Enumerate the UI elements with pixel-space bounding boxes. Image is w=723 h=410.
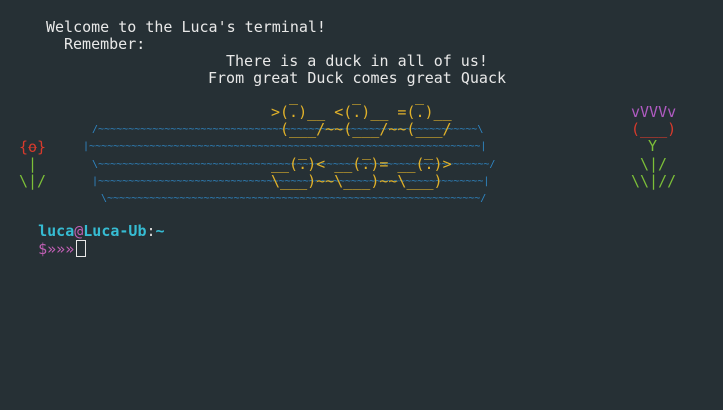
top-duck-heads: >(.)__ <(.)__ =(.)__ <box>271 103 452 121</box>
quote-line-2: From great Duck comes great Quack <box>208 69 507 87</box>
left-flower-leaves: \|/ <box>19 172 47 190</box>
tulip-leaves: \|/ <box>640 155 668 173</box>
quote-line-1: There is a duck in all of us! <box>226 52 488 70</box>
left-flower-stem: | <box>28 155 38 173</box>
welcome-text: Welcome to the Luca's terminal! <box>46 18 326 36</box>
prompt-path: ~ <box>155 222 165 240</box>
tulip-grass: \\|// <box>631 172 677 190</box>
text-cursor[interactable] <box>76 240 87 257</box>
tulip-bulb: (___) <box>631 120 677 138</box>
tulip-stem: Y <box>648 137 658 155</box>
prompt-colon: : <box>146 222 156 240</box>
prompt-line: luca@Luca-Ub:~ <box>2 206 164 240</box>
pond-bottom-edge: \~~~~~~~~~~~~~~~~~~~~~~~~~~~~~~~~~~~~~~~… <box>101 193 487 204</box>
prompt-symbol: $ <box>38 240 48 258</box>
remember-text: Remember: <box>64 35 146 53</box>
left-flower-head: {o} <box>19 138 47 156</box>
terminal-window[interactable]: Welcome to the Luca's terminal! Remember… <box>0 0 723 410</box>
bottom-duck-bodies: \___)~~\___)~~\___) <box>271 172 443 190</box>
input-line[interactable]: $»»» <box>2 223 87 258</box>
tulip-top: vVVVv <box>631 103 677 121</box>
top-duck-bodies: (___/~~(___/~~(___/ <box>280 120 452 138</box>
prompt-arrows: »»» <box>47 240 75 258</box>
bottom-duck-heads: __(.)< __(.)= __(.)> <box>271 155 452 173</box>
prompt-host: Luca-Ub <box>83 222 147 240</box>
